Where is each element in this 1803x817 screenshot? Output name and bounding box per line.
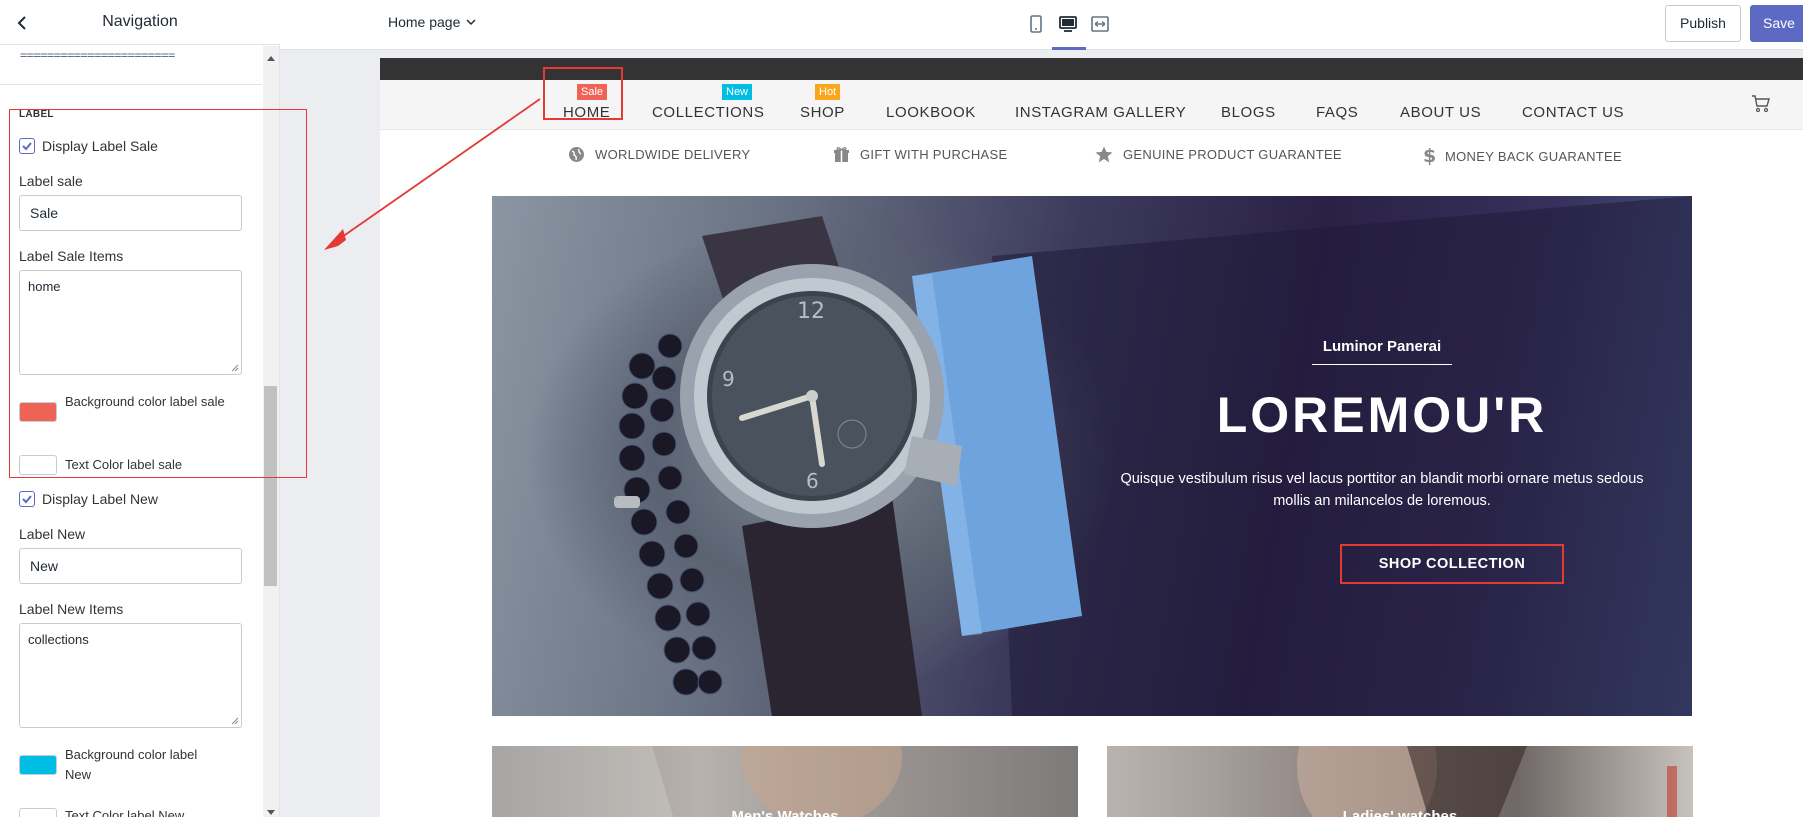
checkbox-checked-icon[interactable] bbox=[19, 491, 35, 507]
fullscreen-view-icon[interactable] bbox=[1090, 14, 1110, 34]
scroll-up-arrow-icon[interactable] bbox=[267, 56, 275, 61]
feature-label: MONEY BACK GUARANTEE bbox=[1445, 148, 1622, 164]
promo-ladies-watches[interactable]: Ladies' watches bbox=[1107, 746, 1693, 817]
divider-text: ======================= bbox=[20, 48, 175, 62]
nav-item-instagram-gallery[interactable]: INSTAGRAM GALLERY bbox=[1015, 104, 1186, 121]
label-new-items-value: collections bbox=[28, 632, 89, 647]
nav-shop-label: SHOP bbox=[800, 104, 845, 121]
nav-item-lookbook[interactable]: LOOKBOOK bbox=[886, 104, 976, 121]
panel-header: Navigation bbox=[0, 0, 280, 45]
text-color-new-label: Text Color label New bbox=[65, 808, 185, 817]
nav-item-faqs[interactable]: FAQS bbox=[1316, 104, 1358, 121]
feature-label: GENUINE PRODUCT GUARANTEE bbox=[1123, 147, 1342, 162]
section-divider bbox=[0, 84, 262, 85]
hero-description: Quisque vestibulum risus vel lacus portt… bbox=[1120, 471, 1644, 509]
resize-grip-icon[interactable] bbox=[231, 364, 239, 372]
scroll-thumb[interactable] bbox=[264, 386, 277, 586]
nav-item-about-us[interactable]: ABOUT US bbox=[1400, 104, 1481, 121]
feature-label: WORLDWIDE DELIVERY bbox=[595, 147, 751, 162]
globe-icon bbox=[569, 147, 584, 162]
gift-icon bbox=[834, 147, 849, 162]
page-selector[interactable]: Home page bbox=[388, 14, 476, 30]
nav-item-shop[interactable]: SHOP Hot bbox=[800, 84, 845, 121]
display-label-new-checkbox-row[interactable]: Display Label New bbox=[19, 489, 158, 509]
section-heading-label: LABEL bbox=[19, 109, 54, 120]
bg-color-sale-swatch[interactable] bbox=[19, 402, 57, 422]
resize-grip-icon[interactable] bbox=[231, 717, 239, 725]
hero-subtitle: Luminor Panerai bbox=[1322, 338, 1442, 355]
scroll-down-arrow-icon[interactable] bbox=[267, 810, 275, 815]
label-new-items-title: Label New Items bbox=[19, 601, 124, 617]
label-sale-items-value: home bbox=[28, 279, 61, 294]
nav-item-collections[interactable]: COLLECTIONS New bbox=[652, 84, 765, 121]
text-color-new-swatch[interactable] bbox=[19, 808, 57, 817]
mobile-view-icon[interactable] bbox=[1026, 14, 1046, 34]
feature-genuine-product-guarantee: GENUINE PRODUCT GUARANTEE bbox=[1095, 146, 1342, 163]
publish-button[interactable]: Publish bbox=[1665, 5, 1741, 42]
display-label-sale-text: Display Label Sale bbox=[42, 138, 158, 154]
star-icon bbox=[1095, 146, 1113, 163]
theme-settings-panel: Navigation ======================= LABEL… bbox=[0, 0, 280, 817]
svg-text:9: 9 bbox=[722, 367, 735, 391]
checkbox-checked-icon[interactable] bbox=[19, 138, 35, 154]
nav-badge-hot: Hot bbox=[815, 84, 841, 100]
feature-money-back-guarantee: $ MONEY BACK GUARANTEE bbox=[1423, 146, 1622, 166]
nav-badge-sale: Sale bbox=[577, 84, 608, 100]
shop-collection-button[interactable]: SHOP COLLECTION bbox=[1340, 544, 1564, 584]
nav-collections-label: COLLECTIONS bbox=[652, 104, 765, 121]
panel-scrollbar[interactable] bbox=[263, 46, 279, 817]
hero-watch-image: 12 9 6 bbox=[614, 196, 1692, 716]
panel-title: Navigation bbox=[102, 13, 178, 30]
bg-color-sale-label: Background color label sale bbox=[65, 394, 225, 409]
active-device-indicator bbox=[1052, 47, 1086, 50]
svg-text:12: 12 bbox=[797, 299, 825, 324]
settings-scroll-area: ======================= LABEL Display La… bbox=[0, 46, 262, 817]
label-sale-items-title: Label Sale Items bbox=[19, 248, 124, 264]
promo-mens-watches[interactable]: Men's Watches bbox=[492, 746, 1078, 817]
hero-title: LOREMOU'R bbox=[1216, 387, 1548, 443]
promo-mens-label: Men's Watches bbox=[731, 808, 839, 817]
nav-item-home[interactable]: HOME Sale bbox=[563, 84, 611, 121]
svg-text:6: 6 bbox=[806, 469, 819, 493]
nav-badge-new: New bbox=[722, 84, 753, 100]
label-sale-items-textarea[interactable]: home bbox=[19, 270, 242, 375]
display-label-new-text: Display Label New bbox=[42, 491, 158, 507]
chevron-down-icon bbox=[466, 19, 476, 26]
bg-color-new-label: Background color label New bbox=[65, 747, 198, 782]
promo-men-image bbox=[492, 746, 902, 817]
desktop-view-icon[interactable] bbox=[1058, 14, 1078, 34]
nav-item-contact-us[interactable]: CONTACT US bbox=[1522, 104, 1624, 121]
hero-banner: 12 9 6 Luminor Panerai LOREMOU'R Quisque… bbox=[492, 196, 1692, 716]
svg-text:$: $ bbox=[1423, 146, 1435, 166]
main-navigation: HOME Sale COLLECTIONS New SHOP Hot LOOKB… bbox=[380, 80, 1803, 130]
text-color-sale-swatch[interactable] bbox=[19, 455, 57, 475]
editor-topbar: Home page Publish Save bbox=[280, 0, 1803, 50]
cart-icon[interactable] bbox=[1750, 92, 1772, 114]
label-new-input[interactable]: New bbox=[19, 548, 242, 584]
label-new-title: Label New bbox=[19, 526, 86, 542]
features-bar: WORLDWIDE DELIVERY GIFT WITH PURCHASE GE… bbox=[380, 146, 1803, 176]
top-announcement-bar bbox=[380, 58, 1803, 80]
label-sale-title: Label sale bbox=[19, 173, 83, 189]
text-color-sale-label: Text Color label sale bbox=[65, 457, 183, 472]
feature-label: GIFT WITH PURCHASE bbox=[860, 147, 1008, 162]
promo-ladies-image bbox=[1297, 746, 1677, 817]
label-sale-input[interactable]: Sale bbox=[19, 195, 242, 231]
promo-ladies-label: Ladies' watches bbox=[1342, 808, 1458, 817]
feature-worldwide-delivery: WORLDWIDE DELIVERY bbox=[568, 146, 750, 163]
hero-subtitle-underline bbox=[1312, 364, 1452, 365]
nav-home-label: HOME bbox=[563, 104, 611, 121]
page-selector-label: Home page bbox=[388, 14, 461, 30]
nav-item-blogs[interactable]: BLOGS bbox=[1221, 104, 1276, 121]
bg-color-new-swatch[interactable] bbox=[19, 755, 57, 775]
label-new-items-textarea[interactable]: collections bbox=[19, 623, 242, 728]
storefront-preview: HOME Sale COLLECTIONS New SHOP Hot LOOKB… bbox=[380, 58, 1803, 817]
display-label-sale-checkbox-row[interactable]: Display Label Sale bbox=[19, 136, 158, 156]
save-button[interactable]: Save bbox=[1750, 5, 1803, 42]
feature-gift-with-purchase: GIFT WITH PURCHASE bbox=[833, 146, 1007, 163]
dollar-icon: $ bbox=[1423, 146, 1435, 166]
